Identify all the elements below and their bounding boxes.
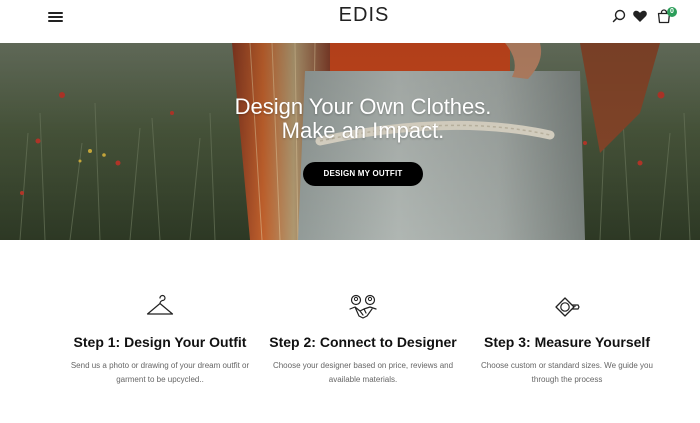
- search-icon[interactable]: [611, 8, 627, 24]
- site-header: EDIS 0: [0, 0, 700, 43]
- step-2-title: Step 2: Connect to Designer: [269, 334, 457, 350]
- heart-icon[interactable]: [632, 8, 648, 24]
- step-1-description: Send us a photo or drawing of your dream…: [70, 361, 250, 384]
- step-card-connect: Step 2: Connect to Designer Choose your …: [263, 294, 463, 387]
- step-card-design: Step 1: Design Your Outfit Send us a pho…: [60, 294, 260, 387]
- step-3-description: Choose custom or standard sizes. We guid…: [481, 361, 653, 384]
- step-3-title: Step 3: Measure Yourself: [484, 334, 650, 350]
- hero-headline-line2: Make an Impact.: [281, 118, 445, 143]
- hero-headline: Design Your Own Clothes. Make an Impact.: [13, 95, 700, 143]
- hamburger-menu-icon[interactable]: [48, 11, 64, 23]
- measuring-tape-icon: [555, 297, 580, 317]
- hanger-icon: [146, 294, 174, 315]
- design-my-outfit-button[interactable]: DESIGN MY OUTFIT: [303, 162, 423, 186]
- step-1-title: Step 1: Design Your Outfit: [73, 334, 247, 350]
- step-card-measure: Step 3: Measure Yourself Choose custom o…: [467, 294, 667, 387]
- handshake-icon: [349, 294, 377, 319]
- site-logo[interactable]: EDIS: [336, 4, 392, 27]
- cart-count-badge: 0: [667, 7, 677, 17]
- hero-headline-line1: Design Your Own Clothes.: [234, 94, 492, 119]
- step-2-description: Choose your designer based on price, rev…: [272, 361, 454, 384]
- hero-banner: Design Your Own Clothes. Make an Impact.…: [0, 43, 700, 240]
